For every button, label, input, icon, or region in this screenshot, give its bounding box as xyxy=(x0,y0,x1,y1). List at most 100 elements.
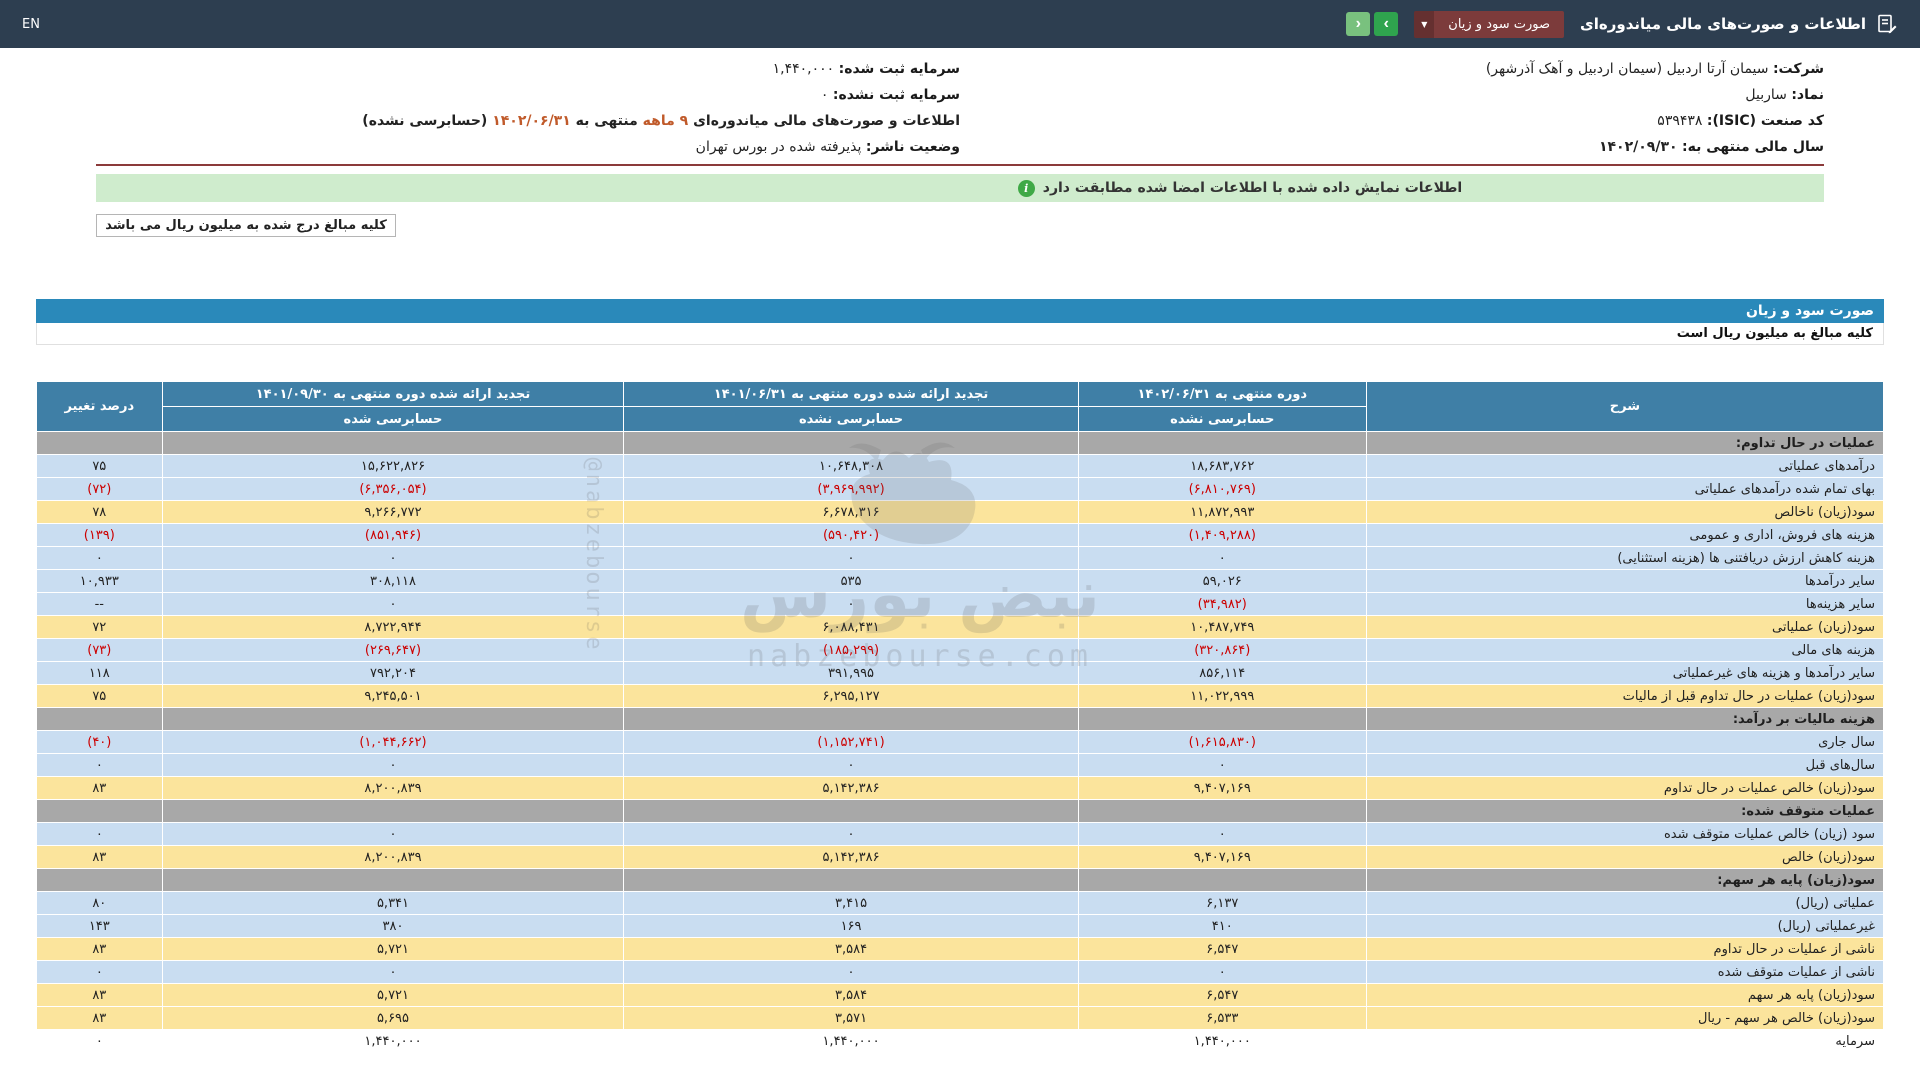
row-value: ۶,۵۴۷ xyxy=(1077,983,1367,1007)
row-label: سود(زیان) خالص هر سهم - ریال xyxy=(1365,1006,1885,1030)
report-document-icon xyxy=(1876,13,1898,35)
row-value: ۵,۶۹۵ xyxy=(161,1006,625,1030)
table-row: سال‌های قبل ۰ ۰ ۰ ۰ xyxy=(36,753,1885,777)
period-date: ۱۴۰۲/۰۶/۳۱ xyxy=(492,113,571,129)
row-label: سود (زیان) خالص عملیات متوقف شده xyxy=(1365,822,1885,846)
row-value: ۱۱,۸۷۲,۹۹۳ xyxy=(1077,500,1367,524)
row-value: ۱۱۸ xyxy=(36,661,163,685)
row-value: ۰ xyxy=(36,753,163,777)
row-value xyxy=(623,707,1079,731)
section-row: عملیات متوقف شده: xyxy=(36,799,1885,823)
row-label: بهای تمام شده درآمدهای عملیاتی xyxy=(1365,477,1885,501)
table-row: سود(زیان) خالص ۹,۴۰۷,۱۶۹ ۵,۱۴۲,۳۸۶ ۸,۲۰۰,۸۳… xyxy=(36,845,1885,869)
row-value: ۸,۲۰۰,۸۳۹ xyxy=(161,776,625,800)
info-unregistered-capital: سرمایه ثبت نشده: ۰ xyxy=(96,82,960,108)
info-report-period: اطلاعات و صورت‌های مالی میاندوره‌ای ۹ ما… xyxy=(96,108,960,134)
period-middle: منتهی به xyxy=(575,113,638,129)
row-value xyxy=(36,707,163,731)
info-registered-capital: سرمایه ثبت شده: ۱,۴۴۰,۰۰۰ xyxy=(96,56,960,82)
table-row: هزینه های فروش، اداری و عمومی (۱,۴۰۹,۲۸۸)… xyxy=(36,523,1885,547)
row-label: هزینه های مالی xyxy=(1365,638,1885,662)
statement-type-dropdown[interactable]: صورت سود و زیان ▼ xyxy=(1414,10,1565,38)
row-value: ۶,۲۹۵,۱۲۷ xyxy=(623,684,1079,708)
row-value: ۰ xyxy=(1077,822,1367,846)
row-label: سود(زیان) خالص xyxy=(1365,845,1885,869)
row-label: سال‌های قبل xyxy=(1365,753,1885,777)
period-audit-status: (حسابرسی نشده) xyxy=(362,113,488,129)
nav-back-button[interactable]: ‹ xyxy=(1346,12,1371,36)
row-value: (۱۸۵,۲۹۹) xyxy=(623,638,1079,662)
signature-match-text: اطلاعات نمایش داده شده با اطلاعات امضا ش… xyxy=(1042,180,1463,196)
row-value: ۰ xyxy=(36,960,163,984)
row-value xyxy=(1077,707,1367,731)
row-label: عملیات در حال تداوم: xyxy=(1365,431,1885,455)
row-label: درآمدهای عملیاتی xyxy=(1365,454,1885,478)
row-value: ۱,۴۴۰,۰۰۰ xyxy=(161,1029,625,1053)
header-period-current: دوره منتهی به ۱۴۰۲/۰۶/۳۱ xyxy=(1077,381,1367,407)
row-value xyxy=(161,431,625,455)
row-value: (۸۵۱,۹۴۶) xyxy=(161,523,625,547)
row-value: ۸۳ xyxy=(36,1006,163,1030)
table-row: سایر درآمدها ۵۹,۰۲۶ ۵۳۵ ۳۰۸,۱۱۸ ۱۰,۹۳۳ xyxy=(36,569,1885,593)
row-value: ۰ xyxy=(623,753,1079,777)
row-value: ۰ xyxy=(1077,753,1367,777)
language-toggle[interactable]: EN xyxy=(22,17,40,32)
income-statement-section: صورت سود و زیان کلیه مبالغ به میلیون ریا… xyxy=(36,299,1885,1053)
row-label: سود(زیان) عملیات در حال تداوم قبل از مال… xyxy=(1365,684,1885,708)
row-label: عملیاتی (ریال) xyxy=(1365,891,1885,915)
row-value: ۰ xyxy=(623,960,1079,984)
registered-capital-value: ۱,۴۴۰,۰۰۰ xyxy=(772,61,835,77)
row-value: ۰ xyxy=(1077,546,1367,570)
fiscal-year-label: سال مالی منتهی به: xyxy=(1682,139,1824,155)
header-percent-change: درصد تغییر xyxy=(36,381,163,432)
row-label: عملیات متوقف شده: xyxy=(1365,799,1885,823)
chevron-right-icon: › xyxy=(1383,15,1389,32)
table-row: غیرعملیاتی (ریال) ۴۱۰ ۱۶۹ ۳۸۰ ۱۴۳ xyxy=(36,914,1885,938)
table-row: سود(زیان) ناخالص ۱۱,۸۷۲,۹۹۳ ۶,۶۷۸,۳۱۶ ۹,۲۶۶… xyxy=(36,500,1885,524)
section-row: عملیات در حال تداوم: xyxy=(36,431,1885,455)
row-value: ۹,۲۶۶,۷۷۲ xyxy=(161,500,625,524)
table-row: ناشی از عملیات متوقف شده ۰ ۰ ۰ ۰ xyxy=(36,960,1885,984)
row-value xyxy=(623,868,1079,892)
info-issuer-status: وضعیت ناشر: پذیرفته شده در بورس تهران xyxy=(96,134,960,160)
row-value: ۳,۵۸۴ xyxy=(623,937,1079,961)
row-value: ۰ xyxy=(623,592,1079,616)
table-row: سال جاری (۱,۶۱۵,۸۳۰) (۱,۱۵۲,۷۴۱) (۱,۰۴۴,۶۶۲… xyxy=(36,730,1885,754)
nav-forward-button[interactable]: › xyxy=(1374,12,1399,36)
row-value: ۳,۵۸۴ xyxy=(623,983,1079,1007)
period-months: ۹ ماهه xyxy=(642,113,689,129)
company-label: شرکت: xyxy=(1772,61,1824,77)
row-value: ۱۰,۴۸۷,۷۴۹ xyxy=(1077,615,1367,639)
row-value: ۰ xyxy=(161,592,625,616)
row-value: ۵۹,۰۲۶ xyxy=(1077,569,1367,593)
row-value: ۵,۷۲۱ xyxy=(161,983,625,1007)
table-row: درآمدهای عملیاتی ۱۸,۶۸۳,۷۶۲ ۱۰,۶۴۸,۳۰۸ ۱۵,۶… xyxy=(36,454,1885,478)
table-row: سود (زیان) خالص عملیات متوقف شده ۰ ۰ ۰ ۰ xyxy=(36,822,1885,846)
row-label: هزینه مالیات بر درآمد: xyxy=(1365,707,1885,731)
row-value: ۶,۵۴۷ xyxy=(1077,937,1367,961)
row-value: ۸۵۶,۱۱۴ xyxy=(1077,661,1367,685)
row-label: سود(زیان) عملیاتی xyxy=(1365,615,1885,639)
header-period-restated-yearend: تجدید ارائه شده دوره منتهی به ۱۴۰۱/۰۹/۳۰ xyxy=(161,381,625,407)
row-value: ۸۳ xyxy=(36,845,163,869)
row-value xyxy=(1077,431,1367,455)
row-value: (۳۲۰,۸۶۴) xyxy=(1077,638,1367,662)
row-label: ناشی از عملیات متوقف شده xyxy=(1365,960,1885,984)
table-row: سایر هزینه‌ها (۳۴,۹۸۲) ۰ ۰ -- xyxy=(36,592,1885,616)
row-label: سال جاری xyxy=(1365,730,1885,754)
company-value: سیمان آرتا اردبیل (سیمان اردبیل و آهک آذ… xyxy=(1485,61,1769,77)
row-value: (۱۳۹) xyxy=(36,523,163,547)
header-period-restated-interim: تجدید ارائه شده دوره منتهی به ۱۴۰۱/۰۶/۳۱ xyxy=(623,381,1079,407)
row-value xyxy=(161,707,625,731)
row-value xyxy=(1077,799,1367,823)
row-value: ۴۱۰ xyxy=(1077,914,1367,938)
statement-unit-note: کلیه مبالغ به میلیون ریال است xyxy=(36,323,1884,345)
row-value: ۸,۲۰۰,۸۳۹ xyxy=(161,845,625,869)
row-value: ۳,۴۱۵ xyxy=(623,891,1079,915)
row-label: سود(زیان) خالص عملیات در حال تداوم xyxy=(1365,776,1885,800)
row-value: (۱,۱۵۲,۷۴۱) xyxy=(623,730,1079,754)
row-value: ۱۰,۶۴۸,۳۰۸ xyxy=(623,454,1079,478)
row-value: ۹,۴۰۷,۱۶۹ xyxy=(1077,776,1367,800)
row-value: ۸۳ xyxy=(36,983,163,1007)
row-value: ۳,۵۷۱ xyxy=(623,1006,1079,1030)
